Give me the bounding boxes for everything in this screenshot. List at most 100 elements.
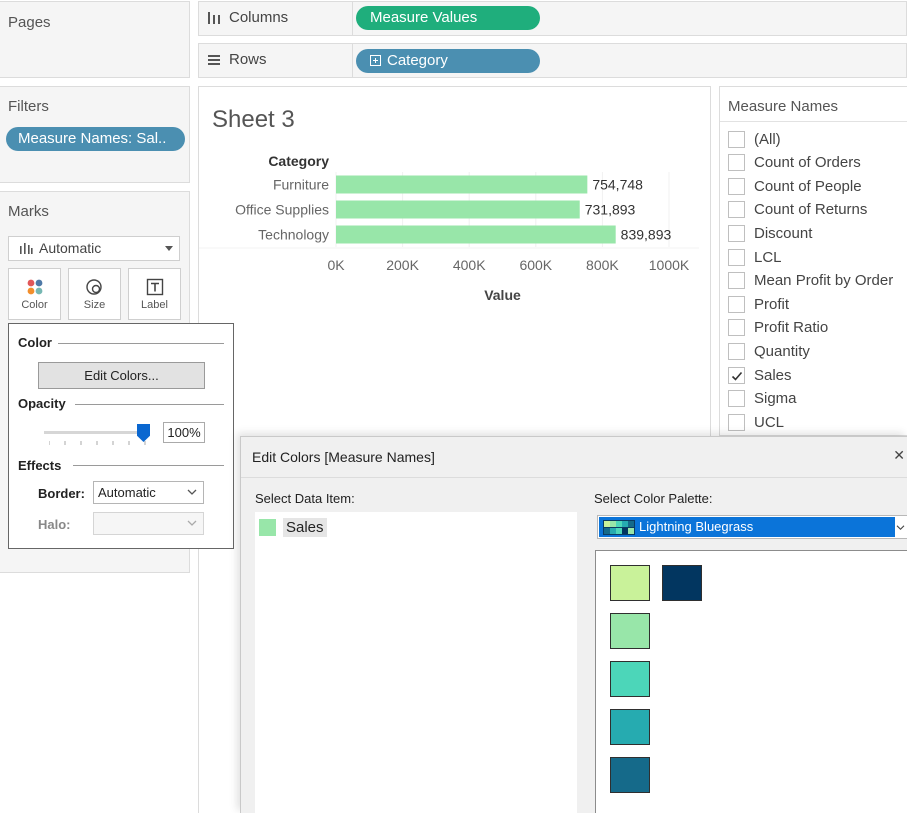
checkbox-icon[interactable] <box>728 295 745 313</box>
legend-item[interactable]: Quantity <box>728 341 810 361</box>
rows-icon <box>208 54 220 65</box>
legend-item[interactable]: Discount <box>728 223 812 243</box>
x-tick-label: 800K <box>586 257 619 273</box>
x-tick-label: 1000K <box>649 257 690 273</box>
rows-pill-category[interactable]: Category <box>356 49 540 73</box>
checkbox-icon[interactable] <box>728 272 745 290</box>
legend-item[interactable]: LCL <box>728 247 782 267</box>
data-item-label: Sales <box>283 517 327 537</box>
bar <box>336 225 616 244</box>
rows-shelf[interactable] <box>198 43 907 78</box>
halo-label: Halo: <box>38 517 71 532</box>
color-section-title: Color <box>18 335 52 350</box>
palette-swatch[interactable] <box>610 613 650 649</box>
legend-title: Measure Names <box>728 98 839 115</box>
checkbox-checked-icon[interactable] <box>728 366 745 384</box>
mark-type-value: Automatic <box>39 240 102 256</box>
legend-item[interactable]: (All) <box>728 129 781 149</box>
palette-preview-icon <box>603 520 635 535</box>
checkbox-icon[interactable] <box>728 390 745 408</box>
bar <box>336 175 588 194</box>
halo-dropdown <box>93 512 204 535</box>
color-palette-dropdown[interactable]: Lightning Bluegrass <box>597 515 907 539</box>
x-tick-label: 400K <box>453 257 486 273</box>
palette-swatch[interactable] <box>610 565 650 601</box>
x-axis-title: Value <box>484 287 521 303</box>
size-circles-icon <box>85 279 102 295</box>
filter-pill-measure-names[interactable]: Measure Names: Sal.. <box>6 127 185 151</box>
checkbox-icon[interactable] <box>728 319 745 337</box>
columns-shelf[interactable] <box>198 1 907 36</box>
checkbox-icon[interactable] <box>728 248 745 266</box>
legend-item[interactable]: Sales <box>728 365 792 385</box>
checkbox-icon[interactable] <box>728 342 745 360</box>
legend-item[interactable]: Profit Ratio <box>728 318 828 338</box>
category-label: Technology <box>258 227 329 243</box>
edit-colors-button[interactable]: Edit Colors... <box>38 362 205 389</box>
dialog-title: Edit Colors [Measure Names] <box>252 449 435 465</box>
data-label: 839,893 <box>621 227 672 243</box>
chevron-down-icon <box>896 525 905 531</box>
edit-colors-dialog: Edit Colors [Measure Names] ✕ Select Dat… <box>240 436 907 813</box>
legend-item-label: Sales <box>754 366 792 384</box>
checkbox-icon[interactable] <box>728 224 745 242</box>
legend-item[interactable]: Count of Orders <box>728 153 861 173</box>
close-icon[interactable]: ✕ <box>893 447 905 464</box>
data-label: 754,748 <box>592 177 643 193</box>
legend-item-label: Count of People <box>754 177 862 195</box>
size-card-button[interactable]: Size <box>68 268 121 320</box>
border-label: Border: <box>38 486 85 501</box>
palette-swatch[interactable] <box>662 565 702 601</box>
legend-item[interactable]: Mean Profit by Order <box>728 271 893 291</box>
filters-shelf[interactable]: Filters Measure Names: Sal.. <box>0 86 190 183</box>
pages-shelf[interactable]: Pages <box>0 1 190 78</box>
mark-type-dropdown[interactable]: Automatic <box>8 236 180 261</box>
legend-item[interactable]: Count of People <box>728 176 862 196</box>
legend-item[interactable]: Profit <box>728 294 789 314</box>
category-label: Office Supplies <box>235 202 329 218</box>
legend-item-label: Quantity <box>754 342 810 360</box>
legend-item[interactable]: Sigma <box>728 389 797 409</box>
palette-swatch[interactable] <box>610 661 650 697</box>
color-palette-icon <box>27 279 42 295</box>
legend-item-label: Profit <box>754 295 790 313</box>
x-tick-label: 200K <box>386 257 419 273</box>
select-data-item-label: Select Data Item: <box>255 491 355 506</box>
columns-pill-measure-values[interactable]: Measure Values <box>356 6 540 30</box>
legend-item-label: Count of Returns <box>754 201 868 219</box>
filters-title: Filters <box>8 98 49 115</box>
legend-item[interactable]: Count of Returns <box>728 200 867 220</box>
border-dropdown[interactable]: Automatic <box>93 481 204 504</box>
color-popup: Color Edit Colors... Opacity 100% Effect… <box>8 323 234 549</box>
legend-item-label: Count of Orders <box>754 154 861 172</box>
size-card-label: Size <box>83 299 106 311</box>
label-card-button[interactable]: Label <box>128 268 181 320</box>
legend-item-label: UCL <box>754 413 785 431</box>
opacity-slider-thumb[interactable] <box>137 424 150 442</box>
category-label: Furniture <box>273 177 329 193</box>
data-item-list[interactable]: Sales <box>255 512 577 813</box>
data-item-sales[interactable]: Sales <box>259 516 327 538</box>
x-tick-label: 0K <box>327 257 345 273</box>
opacity-slider-track[interactable] <box>44 431 144 434</box>
legend-item-label: Discount <box>754 224 813 242</box>
bar <box>336 200 580 219</box>
checkbox-icon[interactable] <box>728 154 745 172</box>
expand-plus-icon <box>370 55 381 66</box>
x-tick-label: 600K <box>519 257 552 273</box>
checkbox-icon[interactable] <box>728 177 745 195</box>
opacity-value-input[interactable]: 100% <box>163 422 205 443</box>
palette-swatch[interactable] <box>610 757 650 793</box>
opacity-section-title: Opacity <box>18 396 66 411</box>
palette-swatch[interactable] <box>610 709 650 745</box>
chevron-down-icon <box>187 520 197 526</box>
checkbox-icon[interactable] <box>728 413 745 431</box>
select-color-palette-label: Select Color Palette: <box>594 491 713 506</box>
slider-ticks <box>49 441 146 445</box>
label-card-label: Label <box>141 299 168 311</box>
legend-item-label: Sigma <box>754 390 797 408</box>
checkbox-icon[interactable] <box>728 201 745 219</box>
checkbox-icon[interactable] <box>728 130 745 148</box>
legend-item[interactable]: UCL <box>728 412 784 432</box>
color-card-button[interactable]: Color <box>8 268 61 320</box>
